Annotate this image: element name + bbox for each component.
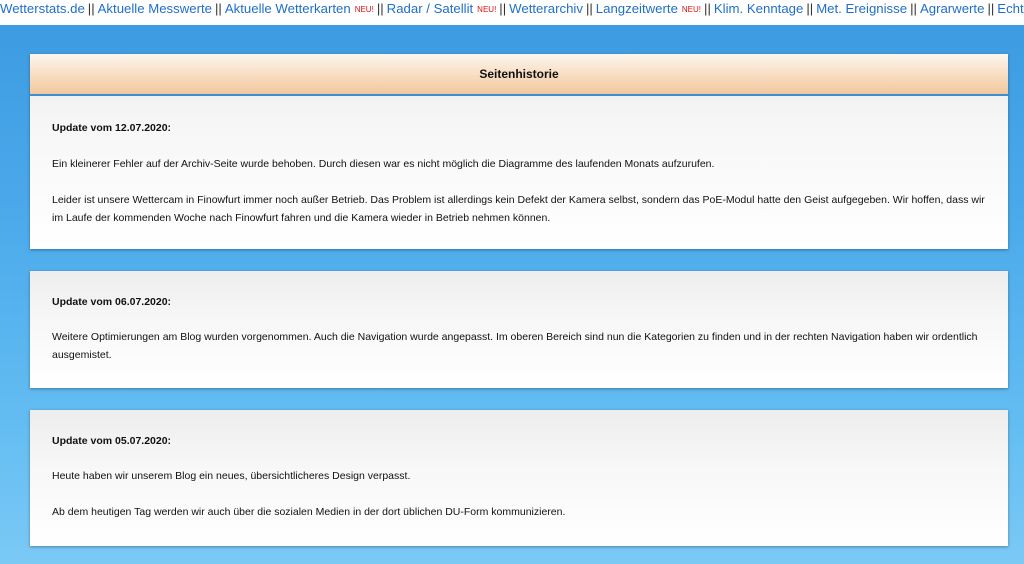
new-badge: NEU! [477, 5, 497, 14]
nav-separator: || [585, 1, 593, 16]
nav-separator: || [987, 1, 995, 16]
history-box-3: Update vom 05.07.2020: Heute haben wir u… [30, 410, 1008, 546]
nav-link-langzeitwerte[interactable]: Langzeitwerte [596, 1, 678, 16]
new-badge: NEU! [681, 5, 702, 14]
nav-separator: || [214, 1, 222, 16]
nav-link-aktuelle-wetterkarten[interactable]: Aktuelle Wetterkarten [225, 1, 351, 16]
nav-separator: || [910, 1, 917, 16]
update-title: Update vom 12.07.2020: [52, 122, 172, 134]
nav-separator: || [376, 1, 384, 16]
update-title: Update vom 05.07.2020: [52, 435, 172, 447]
nav-link-agrarwerte[interactable]: Agrarwerte [920, 1, 985, 16]
history-box-2: Update vom 06.07.2020: Weitere Optimieru… [30, 271, 1008, 388]
nav-link-radar-satellit[interactable]: Radar / Satellit [387, 1, 474, 16]
nav-link-klim-kenntage[interactable]: Klim. Kenntage [714, 1, 803, 16]
top-navigation: Wetterstats.de || Aktuelle Messwerte || Aktu… [0, 0, 1024, 25]
update-paragraph: Heute haben wir unserem Blog ein neues, … [52, 470, 411, 482]
update-paragraph: Leider ist unsere Wettercam in Finowfurt… [52, 194, 985, 224]
nav-link-wetterstats[interactable]: Wetterstats.de [0, 1, 85, 16]
nav-link-echtzeit[interactable]: Echtzeit [997, 1, 1024, 16]
update-paragraph: Ab dem heutigen Tag werden wir auch über… [52, 506, 566, 518]
nav-link-met-ereignisse[interactable]: Met. Ereignisse [816, 1, 907, 16]
nav-separator: || [704, 1, 711, 16]
nav-separator: || [806, 1, 814, 16]
section-header: Seitenhistorie [30, 54, 1008, 96]
nav-separator: || [499, 1, 507, 16]
update-paragraph: Ein kleinerer Fehler auf der Archiv-Seit… [52, 158, 715, 170]
nav-link-wetterarchiv[interactable]: Wetterarchiv [509, 1, 583, 16]
history-box-1: Seitenhistorie Update vom 12.07.2020: Ei… [30, 54, 1008, 249]
nav-separator: || [87, 1, 95, 16]
nav-link-aktuelle-messwerte[interactable]: Aktuelle Messwerte [98, 1, 212, 16]
new-badge: NEU! [354, 5, 374, 14]
update-paragraph: Weitere Optimierungen am Blog wurden vor… [52, 331, 978, 361]
update-title: Update vom 06.07.2020: [52, 296, 172, 308]
